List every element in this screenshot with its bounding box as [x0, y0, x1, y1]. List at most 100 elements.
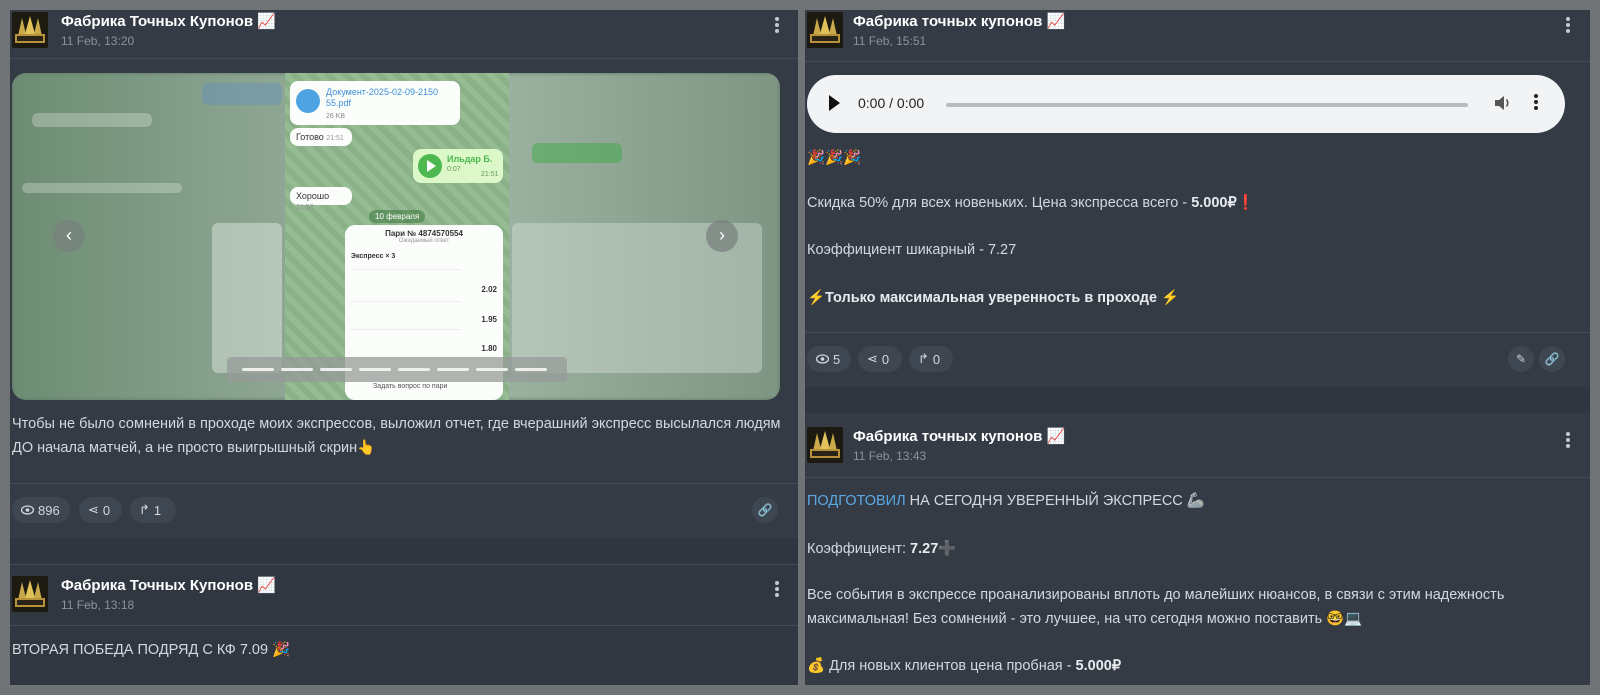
message-bubble: Хорошо 21:52 [290, 187, 352, 211]
channel-logo-icon [807, 427, 843, 463]
coefficient-value: 7.27 [910, 541, 939, 557]
kebab-menu-icon[interactable] [1561, 431, 1575, 453]
voice-time: 21:51 [481, 171, 499, 178]
views-counter[interactable]: 5 [807, 346, 851, 372]
headline-link[interactable]: ПОДГОТОВИЛ [807, 493, 906, 509]
audio-progress-slider[interactable] [946, 103, 1468, 107]
message-text: Готово [296, 132, 324, 142]
channel-title[interactable]: Фабрика точных купонов 📈 [853, 12, 1065, 30]
discount-line: Скидка 50% для всех новеньких. Цена эксп… [807, 191, 1580, 215]
channel-title[interactable]: Фабрика точных купонов 📈 [853, 427, 1065, 445]
channel-avatar[interactable] [12, 576, 48, 612]
document-bubble: Документ-2025-02-09-2150 55.pdf 26 KB [290, 81, 460, 125]
chevron-left-icon[interactable]: ‹ [53, 220, 85, 252]
exclamation-icon: ❗ [1236, 195, 1255, 211]
channel-avatar[interactable] [12, 12, 48, 48]
carousel-dot[interactable] [515, 368, 547, 371]
blur-block [212, 223, 282, 373]
divider [10, 564, 798, 565]
audio-player: 0:00 / 0:00 [807, 75, 1565, 133]
divider [805, 332, 1590, 333]
carousel-dot[interactable] [398, 368, 430, 371]
message-time: 21:51 [326, 135, 344, 142]
chevron-right-icon[interactable]: › [706, 220, 738, 252]
pencil-icon[interactable]: ✎ [1508, 346, 1534, 372]
carousel-dot[interactable] [437, 368, 469, 371]
discount-text: Скидка 50% для всех новеньких. Цена эксп… [807, 195, 1192, 211]
channel-title[interactable]: Фабрика Точных Купонов 📈 [61, 12, 276, 30]
post-header: Фабрика Точных Купонов 📈 11 Feb, 13:20 [10, 10, 798, 58]
bet-odds: 1.80 [481, 344, 497, 353]
bet-status: Ожидаемый ответ [398, 238, 450, 244]
date-chip: 10 февраля [369, 210, 426, 223]
blur-block [202, 83, 282, 105]
channel-avatar[interactable] [807, 12, 843, 48]
share-icon: ⋖ [88, 502, 99, 517]
carousel-dot[interactable] [359, 368, 391, 371]
forwards-count: 0 [932, 351, 941, 367]
audio-more-icon[interactable] [1532, 94, 1540, 114]
right-feed-panel: Фабрика точных купонов 📈 11 Feb, 15:51 0… [805, 10, 1590, 685]
carousel-dot[interactable] [281, 368, 313, 371]
channel-avatar[interactable] [807, 427, 843, 463]
bet-event [351, 269, 461, 293]
confidence-line: ⚡️Только максимальная уверенность в прох… [807, 290, 1180, 306]
carousel-dot[interactable] [320, 368, 352, 371]
audio-time: 0:00 / 0:00 [858, 95, 925, 111]
bet-odds: 1.95 [481, 315, 497, 324]
kebab-menu-icon[interactable] [1561, 16, 1575, 38]
headline-text: НА СЕГОДНЯ УВЕРЕННЫЙ ЭКСПРЕСС 🦾 [905, 493, 1205, 509]
channel-title[interactable]: Фабрика Точных Купонов 📈 [61, 576, 276, 594]
channel-logo-icon [807, 12, 843, 48]
voice-duration: 0:07 [447, 166, 461, 173]
carousel-dot[interactable] [476, 368, 508, 371]
post-header: Фабрика Точных Купонов 📈 11 Feb, 13:18 [10, 574, 798, 622]
post-date: 11 Feb, 13:20 [61, 34, 135, 48]
forwards-counter[interactable]: ↱ 0 [909, 346, 953, 372]
forwards-counter[interactable]: ↱ 1 [130, 497, 176, 523]
views-count: 896 [38, 502, 60, 518]
play-icon[interactable] [829, 95, 840, 111]
post-header: Фабрика точных купонов 📈 11 Feb, 13:43 [805, 425, 1590, 473]
carousel-dot[interactable] [242, 368, 274, 371]
volume-icon[interactable] [1493, 93, 1513, 113]
shares-counter[interactable]: ⋖ 0 [858, 346, 902, 372]
express-label: Экспресс × 3 [351, 253, 396, 260]
analysis-text: Все события в экспрессе проанализированы… [807, 587, 1505, 627]
image-carousel[interactable]: Документ-2025-02-09-2150 55.pdf 26 KB Го… [12, 73, 780, 400]
discount-price: 5.000₽ [1191, 195, 1237, 211]
views-counter[interactable]: 896 [12, 497, 70, 523]
post-text: Чтобы не было сомнений в проходе моих эк… [12, 416, 781, 456]
document-icon [296, 89, 320, 113]
blur-block [32, 113, 152, 127]
divider [10, 58, 798, 59]
coefficient-line: Коэффициент: 7.27➕ [807, 537, 1580, 561]
divider [805, 477, 1590, 478]
coefficient-line: Коэффициент шикарный - 7.27 [807, 242, 1017, 258]
post-text: ВТОРАЯ ПОБЕДА ПОДРЯД С КФ 7.09 🎉 [12, 642, 291, 658]
price-label: 💰 Для новых клиентов цена пробная - [807, 658, 1076, 674]
price-value: 5.000₽ [1075, 658, 1122, 674]
ask-question-link: Задать вопрос по пари [373, 383, 448, 390]
share-icon: ⋖ [867, 351, 878, 366]
link-icon[interactable]: 🔗 [1539, 346, 1565, 372]
document-size: 26 KB [326, 113, 346, 120]
post-date: 11 Feb, 13:43 [853, 449, 927, 463]
voice-sender: Ильдар Б. [447, 154, 493, 164]
kebab-menu-icon[interactable] [770, 580, 784, 602]
divider [805, 61, 1590, 62]
forward-icon: ↱ [918, 351, 929, 366]
emoji-line: 🎉🎉🎉 [807, 150, 862, 166]
eye-icon [816, 354, 829, 364]
link-icon[interactable]: 🔗 [752, 497, 778, 523]
play-voice-icon [418, 154, 442, 178]
post-stats: 896 ⋖ 0 ↱ 1 🔗 [12, 497, 792, 523]
kebab-menu-icon[interactable] [770, 16, 784, 38]
post-card: Фабрика точных купонов 📈 11 Feb, 15:51 0… [805, 10, 1590, 387]
message-text: Хорошо [296, 191, 330, 201]
post-card: Фабрика Точных Купонов 📈 11 Feb, 13:18 В… [10, 566, 798, 685]
shares-counter[interactable]: ⋖ 0 [79, 497, 122, 523]
views-count: 5 [833, 351, 841, 367]
left-feed-panel: Фабрика Точных Купонов 📈 11 Feb, 13:20 Д… [10, 10, 798, 685]
plus-icon: ➕ [938, 541, 957, 557]
